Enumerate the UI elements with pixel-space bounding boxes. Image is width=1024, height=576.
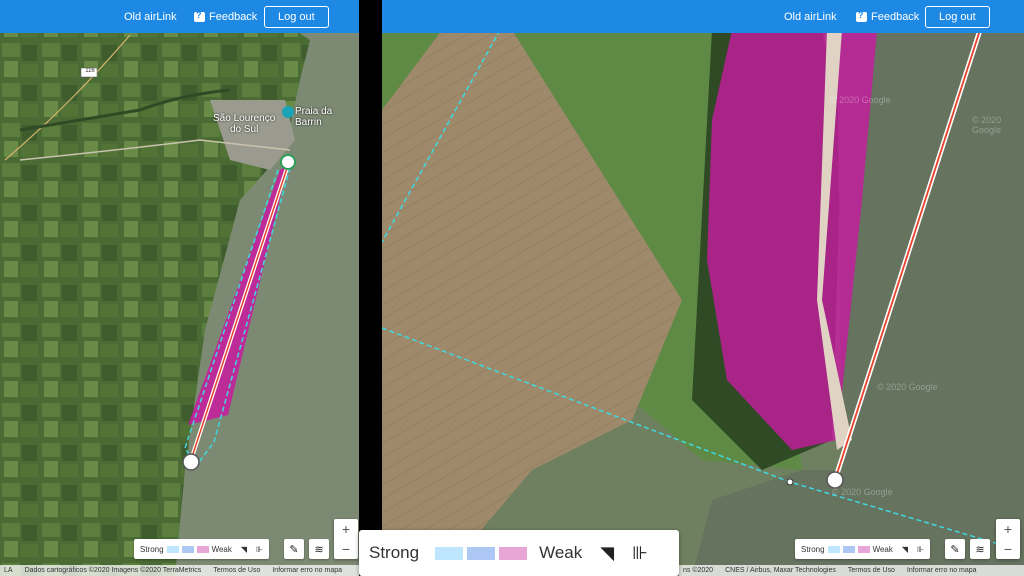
enlarged-signal-legend: Strong Weak ◥ ⊪ <box>359 530 679 576</box>
wifi-signal-icon: ◥ <box>600 542 615 563</box>
zoom-control-right: + − <box>996 519 1020 559</box>
right-map-pane[interactable]: © 2020 Google © 2020 Google © 2020 Googl… <box>382 0 1024 576</box>
feedback-icon <box>194 10 205 22</box>
legend-strong-label-right: Strong <box>801 544 825 554</box>
zoom-in-button-right[interactable]: + <box>996 519 1020 539</box>
feedback-link-right[interactable]: Feedback <box>856 0 919 33</box>
report-error-link-right[interactable]: Informar erro no mapa <box>907 567 977 574</box>
top-bar-right: Old airLink Feedback Log out <box>382 0 1024 33</box>
big-legend-weak: Weak <box>539 543 583 562</box>
attribution-edge: LA <box>4 567 13 574</box>
radio-marker-icon[interactable] <box>182 453 200 471</box>
tower-icon: ⊪ <box>256 544 264 554</box>
feedback-label-right[interactable]: Feedback <box>871 11 919 23</box>
top-bar-left: Old airLink Feedback Log out <box>0 0 359 33</box>
radio-marker-icon[interactable] <box>826 471 844 489</box>
terms-link-right[interactable]: Termos de Uso <box>848 567 895 574</box>
old-airlink-link-right[interactable]: Old airLink <box>784 0 837 33</box>
report-error-link[interactable]: Informar erro no mapa <box>272 567 342 574</box>
tower-icon: ⊪ <box>917 544 925 554</box>
legend-weak-label-right: Weak <box>872 544 893 554</box>
signal-legend-left: Strong Weak ◥ ⊪ <box>134 539 270 559</box>
attribution-data: Dados cartográficos ©2020 Imagens ©2020 … <box>24 567 202 574</box>
watermark-3: © 2020 Google <box>877 382 938 392</box>
attribution-imagery: CNES / Airbus, Maxar Technologies <box>725 567 836 574</box>
zoom-out-button-right[interactable]: − <box>996 539 1020 559</box>
city-label-line1: São Lourenço <box>213 113 276 124</box>
logout-button-right[interactable]: Log out <box>925 5 990 28</box>
feedback-icon <box>856 10 867 22</box>
watermark-1: © 2020 Google <box>830 95 891 105</box>
attribution-left: LA Dados cartográficos ©2020 Imagens ©20… <box>0 565 359 576</box>
terms-link[interactable]: Termos de Uso <box>213 567 260 574</box>
feedback-label[interactable]: Feedback <box>209 11 257 23</box>
pencil-icon[interactable]: ✎ <box>284 539 304 559</box>
old-airlink-label-right[interactable]: Old airLink <box>784 11 837 23</box>
layers-icon[interactable]: ≋ <box>309 539 329 559</box>
legend-strong-label: Strong <box>140 544 164 554</box>
legend-weak-label: Weak <box>211 544 232 554</box>
old-airlink-label[interactable]: Old airLink <box>124 11 177 23</box>
logout-button[interactable]: Log out <box>264 5 329 28</box>
tower-marker-top[interactable] <box>280 154 296 170</box>
zoom-control-left: + − <box>334 519 358 559</box>
left-map-pane[interactable]: 116 São Lourenço do Sul Praia da Barrin … <box>0 0 359 576</box>
city-label: São Lourenço do Sul <box>213 113 275 135</box>
tower-icon: ⊪ <box>632 542 648 563</box>
watermark-4: © 2020 Google <box>832 487 893 497</box>
watermark-2: © 2020 Google <box>972 115 1002 135</box>
big-legend-strong: Strong <box>369 543 420 562</box>
pencil-icon[interactable]: ✎ <box>945 539 965 559</box>
poi-label[interactable]: Praia da Barrin <box>295 106 359 128</box>
city-label-line2: do Sul <box>229 124 259 135</box>
layers-icon[interactable]: ≋ <box>970 539 990 559</box>
feedback-link[interactable]: Feedback <box>194 0 257 33</box>
left-satellite-map[interactable] <box>0 0 359 576</box>
old-airlink-link[interactable]: Old airLink <box>124 0 177 33</box>
wifi-signal-icon: ◥ <box>901 544 909 554</box>
road-shield: 116 <box>85 68 95 74</box>
attribution-data-right: ns ©2020 <box>683 567 714 574</box>
right-satellite-map[interactable] <box>382 0 1024 576</box>
signal-legend-right: Strong Weak ◥ ⊪ <box>795 539 931 559</box>
zoom-out-button[interactable]: − <box>334 539 358 559</box>
zoom-in-button[interactable]: + <box>334 519 358 539</box>
attribution-right: ns ©2020 CNES / Airbus, Maxar Technologi… <box>679 565 1024 576</box>
wifi-signal-icon: ◥ <box>240 544 248 554</box>
